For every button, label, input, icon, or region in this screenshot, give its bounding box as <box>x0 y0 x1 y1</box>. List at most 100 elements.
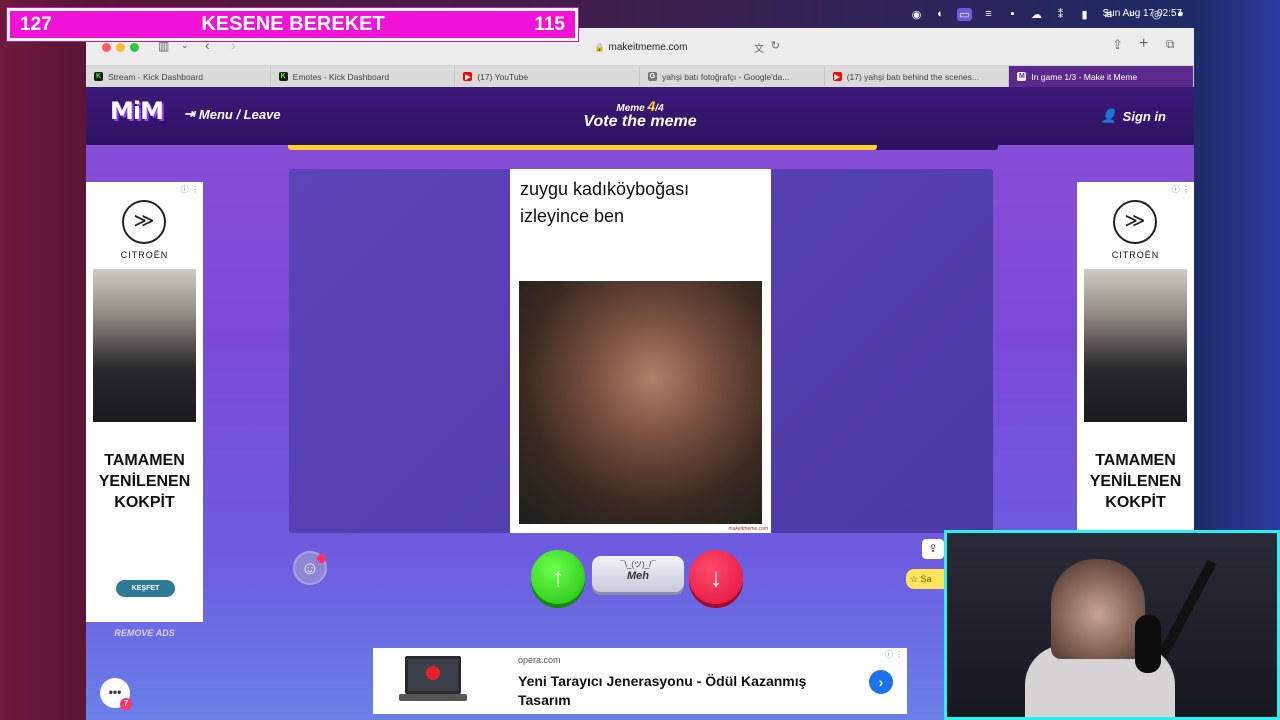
meh-label: Meh <box>627 570 649 582</box>
tab-overview-icon[interactable]: ⧉ <box>1166 37 1175 52</box>
tab-label: (17) YouTube <box>477 71 529 82</box>
remove-ads-link[interactable]: REMOVE ADS <box>86 628 203 638</box>
tab-youtube[interactable]: ▶ (17) YouTube <box>455 66 641 87</box>
phase-title: Vote the meme <box>583 113 697 130</box>
macos-menubar: ◉ ◐ ▭ ≡ ▪ ☁ ⁑ ▮ ≋ ⌕ ◎ ● Sun Aug 17 02:57 <box>580 0 1280 28</box>
user-icon: 👤 <box>1100 108 1117 123</box>
share-button[interactable]: ⇪ <box>922 539 944 559</box>
side-ad-left[interactable]: ⓘ ⋮ ≫ CITROËN TAMAMEN YENİLENEN KOKPİT K… <box>86 182 203 622</box>
tab-strip: K Stream - Kick Dashboard K Emotes - Kic… <box>86 66 1194 87</box>
kick-icon: K <box>278 72 288 81</box>
chevron-right-icon[interactable]: › <box>869 670 893 694</box>
new-tab-icon[interactable]: + <box>1139 35 1148 53</box>
smiley-icon: ☺ <box>300 558 320 578</box>
menu-icon[interactable]: ≡ <box>981 8 996 21</box>
battery-icon[interactable]: ▮ <box>1077 8 1092 21</box>
webcam-overlay <box>944 530 1280 720</box>
ad-headline-line: YENİLENEN <box>98 473 191 490</box>
chat-bubble-icon: ••• <box>108 685 122 699</box>
arrow-up-icon: ↑ <box>551 561 565 592</box>
tab-kick-emotes[interactable]: K Emotes - Kick Dashboard <box>271 66 456 87</box>
translate-icon[interactable]: 文 <box>754 40 764 55</box>
ad-info-icon[interactable]: ⓘ ⋮ <box>885 649 903 660</box>
hdr-icon[interactable]: ▪ <box>1005 8 1020 21</box>
microphone <box>1135 615 1161 673</box>
zoom-window-button[interactable] <box>130 43 139 52</box>
youtube-icon: ▶ <box>832 72 842 81</box>
minimize-window-button[interactable] <box>116 43 125 52</box>
tab-kick-stream[interactable]: K Stream - Kick Dashboard <box>86 66 271 87</box>
tab-google-search[interactable]: G yahşi batı fotoğrafçı - Google'da... <box>640 66 825 87</box>
share-icon[interactable]: ⇪ <box>1112 37 1123 53</box>
screen-share-icon[interactable]: ▭ <box>957 7 972 21</box>
downvote-button[interactable]: ↓ <box>689 550 743 604</box>
laptop-image <box>399 656 467 701</box>
ad-cta-button[interactable]: KEŞFET <box>116 580 175 597</box>
tab-label: (17) yahşi batı behind the scenes... <box>846 71 979 82</box>
left-score: 127 <box>20 13 52 35</box>
streamer-face <box>1051 559 1145 659</box>
tab-label: yahşi batı fotoğrafçı - Google'da... <box>662 71 790 82</box>
ad-image <box>1084 269 1187 422</box>
meme-image <box>519 281 762 524</box>
site-header: MiM ⇥ Menu / Leave Meme 4/4 Vote the mem… <box>86 87 1194 145</box>
vote-controls: ↑ ¯\_(ツ)_/¯ Meh ↓ <box>530 550 746 610</box>
reload-icon[interactable]: ↻ <box>771 39 780 52</box>
citroen-logo-icon: ≫ <box>1113 200 1157 244</box>
citroen-logo-icon: ≫ <box>122 200 166 244</box>
share-icon: ⇪ <box>928 543 938 555</box>
score-overlay: 127 KESENE BEREKET 115 <box>7 8 578 41</box>
lock-icon: 🔒 <box>594 42 605 52</box>
clock[interactable]: Sun Aug 17 02:57 <box>1102 8 1182 19</box>
star-label: Sa <box>920 574 932 584</box>
round-indicator: Meme 4/4 <box>86 98 1194 114</box>
ad-image <box>93 269 196 422</box>
ad-brand: CITROËN <box>120 250 169 260</box>
ad-headline: TAMAMEN YENİLENEN KOKPİT <box>86 450 203 513</box>
ad-info-icon[interactable]: ⓘ ⋮ <box>181 184 199 195</box>
google-icon: G <box>648 72 658 81</box>
chat-badge: 7 <box>120 698 132 710</box>
meme-caption-line: zuygu kadıköyboğası <box>520 179 690 199</box>
bottom-ad-banner[interactable]: opera.com Yeni Tarayıcı Jenerasyonu - Öd… <box>373 648 907 714</box>
meme-watermark: makeitmeme.com <box>728 526 768 532</box>
upvote-button[interactable]: ↑ <box>531 550 585 604</box>
star-icon: ☆ <box>910 574 919 584</box>
sidebar-icon[interactable]: ▥ <box>158 39 169 53</box>
tab-youtube-bts[interactable]: ▶ (17) yahşi batı behind the scenes... <box>825 66 1010 87</box>
theme-icon[interactable]: ◐ <box>933 8 948 21</box>
sign-in-label: Sign in <box>1122 108 1166 124</box>
chat-button[interactable]: ••• 7 <box>100 678 132 710</box>
meme-card: zuygu kadıköyboğası izleyince ben makeit… <box>510 169 771 533</box>
meme-caption: zuygu kadıköyboğası izleyince ben <box>520 176 760 230</box>
tab-label: In game 1/3 - Make it Meme <box>1031 71 1138 82</box>
close-window-button[interactable] <box>102 43 111 52</box>
ad-headline-line: TAMAMEN <box>1095 452 1176 469</box>
tab-make-it-meme[interactable]: M In game 1/3 - Make it Meme <box>1009 66 1194 87</box>
star-button[interactable]: ☆ Sa <box>906 569 946 589</box>
ad-headline-line: YENİLENEN <box>1089 473 1182 490</box>
url-text: makeitmeme.com <box>608 41 688 53</box>
chevron-down-icon[interactable]: ⌄ <box>181 40 189 51</box>
timer-progress-bar <box>288 145 998 150</box>
cloud-icon[interactable]: ☁ <box>1029 8 1044 21</box>
ad-info-icon[interactable]: ⓘ ⋮ <box>1172 184 1190 195</box>
tab-label: Emotes - Kick Dashboard <box>292 71 390 82</box>
notification-badge-icon[interactable]: ◉ <box>909 8 924 21</box>
timer-progress-fill <box>288 145 878 150</box>
mim-icon: M <box>1017 72 1027 81</box>
ad-headline-line: KOKPİT <box>114 494 175 511</box>
tab-label: Stream - Kick Dashboard <box>108 71 203 82</box>
meme-caption-line: izleyince ben <box>520 206 625 226</box>
meh-button[interactable]: ¯\_(ツ)_/¯ Meh <box>592 556 684 592</box>
kick-icon: K <box>94 72 103 81</box>
sign-in-button[interactable]: 👤 Sign in <box>1100 108 1166 124</box>
ad-brand: CITROËN <box>1111 250 1160 260</box>
emoji-reaction-button[interactable]: ☺ <box>293 551 327 585</box>
mic-arm <box>1151 559 1217 671</box>
dock-icon[interactable]: ⁑ <box>1053 8 1068 21</box>
notification-dot <box>317 554 326 563</box>
ad-headline: Yeni Tarayıcı Jenerasyonu - Ödül Kazanmı… <box>518 673 807 708</box>
overlay-title: KESENE BEREKET <box>201 13 385 35</box>
right-score: 115 <box>534 13 565 35</box>
